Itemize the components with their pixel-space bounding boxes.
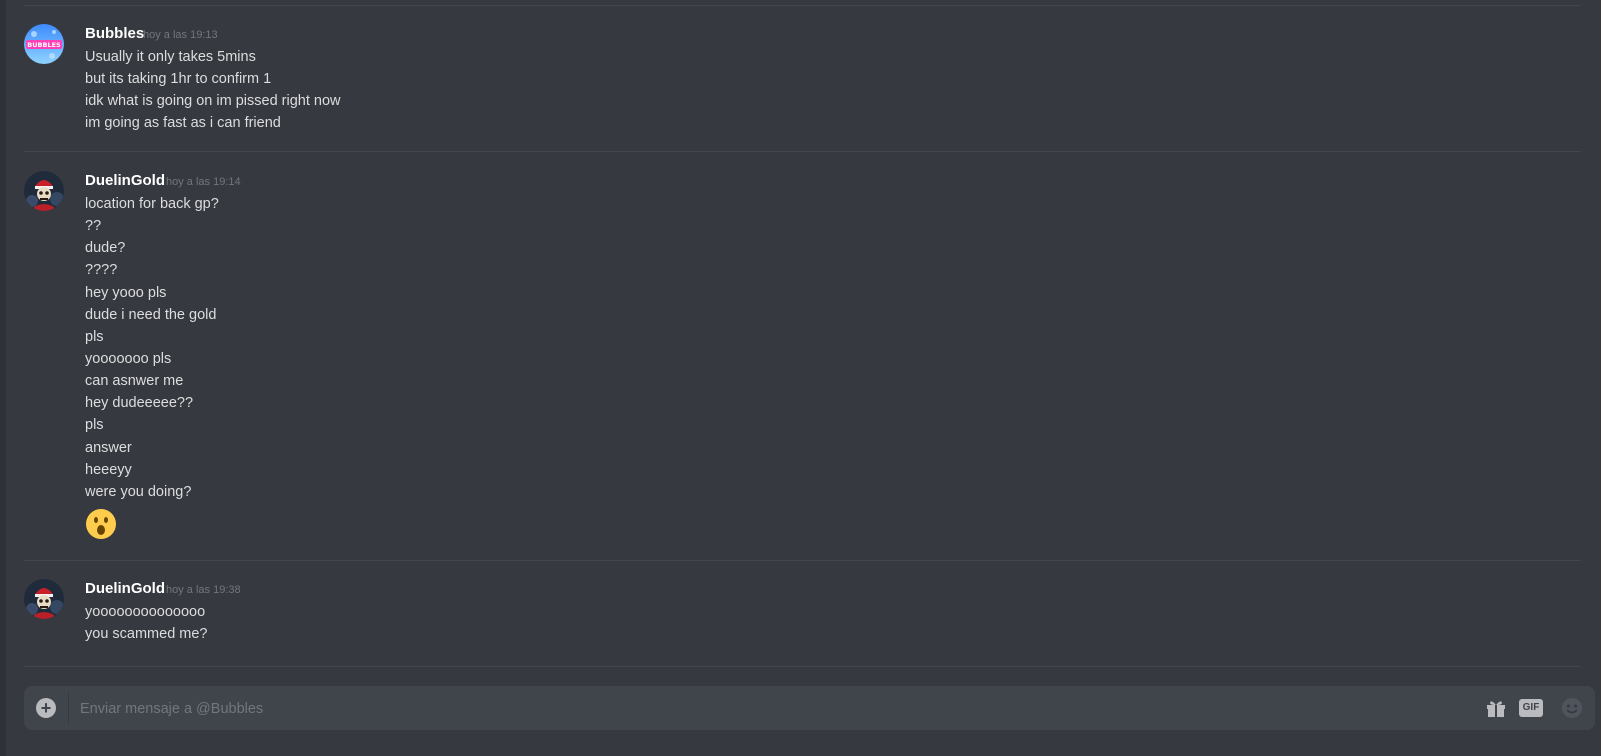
message-line: heeeyy bbox=[85, 462, 132, 478]
composer-separator bbox=[68, 692, 69, 724]
gift-icon[interactable] bbox=[1485, 697, 1507, 719]
username[interactable]: Bubbles bbox=[85, 25, 144, 42]
message-line: can asnwer me bbox=[85, 373, 184, 389]
message-line: but its taking 1hr to confirm 1 bbox=[85, 71, 272, 87]
message-line: were you doing? bbox=[85, 484, 192, 500]
username[interactable]: DuelinGold bbox=[85, 172, 165, 189]
emoji-icon[interactable] bbox=[1561, 697, 1583, 719]
left-edge-strip bbox=[0, 0, 6, 756]
message-line: hey yooo pls bbox=[85, 285, 167, 301]
message-line: im going as fast as i can friend bbox=[85, 115, 281, 131]
message-divider bbox=[24, 560, 1581, 561]
message-line: Usually it only takes 5mins bbox=[85, 49, 256, 65]
top-divider bbox=[24, 5, 1581, 6]
avatar[interactable] bbox=[24, 171, 64, 211]
message-divider bbox=[24, 666, 1581, 667]
gif-button[interactable]: GIF bbox=[1519, 699, 1543, 717]
message-input[interactable] bbox=[78, 686, 1462, 732]
message-line: ???? bbox=[85, 262, 118, 278]
chat-window: BUBBLES Bubbles hoy a las 19:13 Usually … bbox=[0, 0, 1601, 756]
message-divider bbox=[24, 151, 1581, 152]
timestamp: hoy a las 19:38 bbox=[166, 584, 241, 596]
timestamp: hoy a las 19:13 bbox=[143, 29, 218, 41]
avatar[interactable]: BUBBLES bbox=[24, 24, 64, 64]
message-line: answer bbox=[85, 440, 132, 456]
plus-circle-icon[interactable]: + bbox=[36, 698, 56, 718]
message-line: location for back gp? bbox=[85, 196, 219, 212]
message-line: dude? bbox=[85, 240, 126, 256]
message-line: idk what is going on im pissed right now bbox=[85, 93, 341, 109]
open-mouth-emoji-icon[interactable] bbox=[85, 508, 117, 540]
username[interactable]: DuelinGold bbox=[85, 580, 165, 597]
avatar[interactable] bbox=[24, 579, 64, 619]
message-line: pls bbox=[85, 329, 104, 345]
gif-label: GIF bbox=[1522, 702, 1540, 713]
message-line: you scammed me? bbox=[85, 626, 208, 642]
avatar-logo-text: BUBBLES bbox=[27, 41, 61, 49]
message-line: yoooooooooooooo bbox=[85, 604, 206, 620]
message-composer: + GIF bbox=[24, 686, 1595, 732]
message-line: dude i need the gold bbox=[85, 307, 217, 323]
message-line: pls bbox=[85, 417, 104, 433]
message-line: yooooooo pls bbox=[85, 351, 172, 367]
message-line: ?? bbox=[85, 218, 102, 234]
timestamp: hoy a las 19:14 bbox=[166, 176, 241, 188]
message-line: hey dudeeeee?? bbox=[85, 395, 194, 411]
